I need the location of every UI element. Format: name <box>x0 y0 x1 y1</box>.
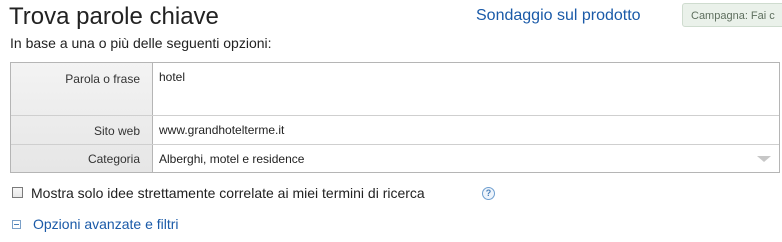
label-column: Parola o frase Sito web Categoria <box>11 63 153 172</box>
keyword-input[interactable]: hotel <box>153 63 779 115</box>
help-icon[interactable]: ? <box>482 187 495 200</box>
strict-ideas-checkbox[interactable] <box>12 187 23 198</box>
product-survey-link[interactable]: Sondaggio sul prodotto <box>476 7 641 25</box>
keyword-form: Parola o frase Sito web Categoria hotel … <box>10 62 780 173</box>
category-dropdown[interactable]: Alberghi, motel e residence <box>153 145 779 172</box>
options-intro: In base a una o più delle seguenti opzio… <box>10 35 272 51</box>
keyword-label: Parola o frase <box>65 72 140 86</box>
website-label: Sito web <box>93 124 140 138</box>
website-input[interactable] <box>153 116 779 144</box>
page-title: Trova parole chiave <box>9 3 219 30</box>
chevron-down-icon[interactable] <box>757 156 771 162</box>
category-selected-value: Alberghi, motel e residence <box>159 152 305 166</box>
campaign-selector[interactable]: Campagna: Fai c <box>682 3 782 27</box>
category-label: Categoria <box>87 152 140 166</box>
collapse-minus-icon[interactable] <box>12 220 21 229</box>
advanced-options-link[interactable]: Opzioni avanzate e filtri <box>33 216 179 232</box>
strict-ideas-label[interactable]: Mostra solo idee strettamente correlate … <box>31 185 425 201</box>
